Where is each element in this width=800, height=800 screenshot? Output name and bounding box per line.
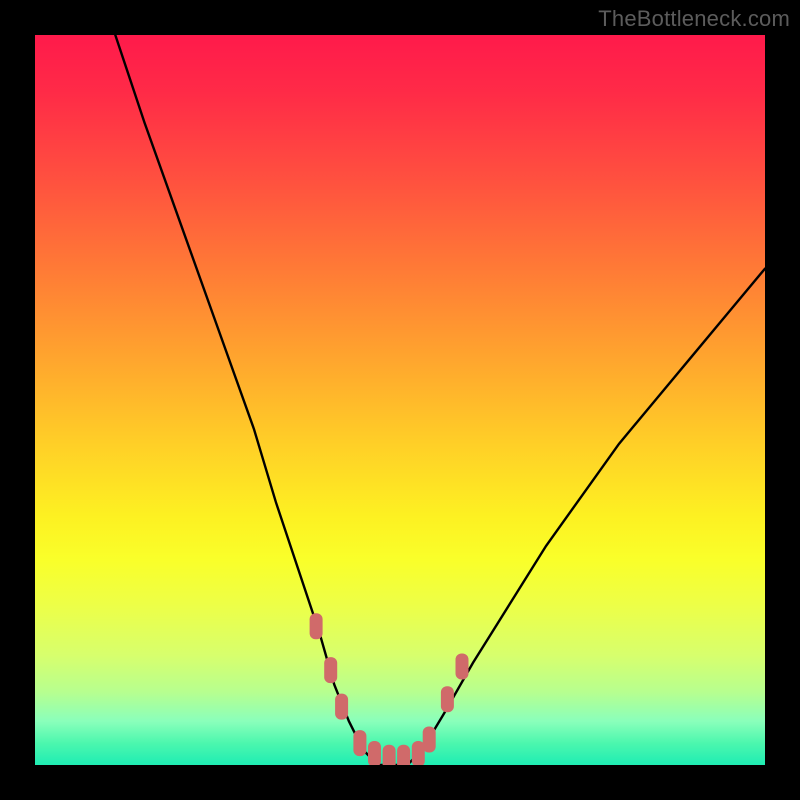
highlight-marker	[423, 727, 436, 753]
highlight-marker	[335, 694, 348, 720]
bottleneck-curve-path	[115, 35, 765, 765]
chart-root: TheBottleneck.com	[0, 0, 800, 800]
highlight-marker	[397, 745, 410, 765]
curve-layer	[35, 35, 765, 765]
highlight-marker	[368, 741, 381, 765]
highlight-marker	[456, 654, 469, 680]
highlight-marker	[310, 613, 323, 639]
highlight-marker	[324, 657, 337, 683]
attribution-label: TheBottleneck.com	[598, 6, 790, 32]
plot-area	[35, 35, 765, 765]
highlight-marker	[383, 745, 396, 765]
highlight-markers	[310, 613, 469, 765]
highlight-marker	[441, 686, 454, 712]
highlight-marker	[353, 730, 366, 756]
